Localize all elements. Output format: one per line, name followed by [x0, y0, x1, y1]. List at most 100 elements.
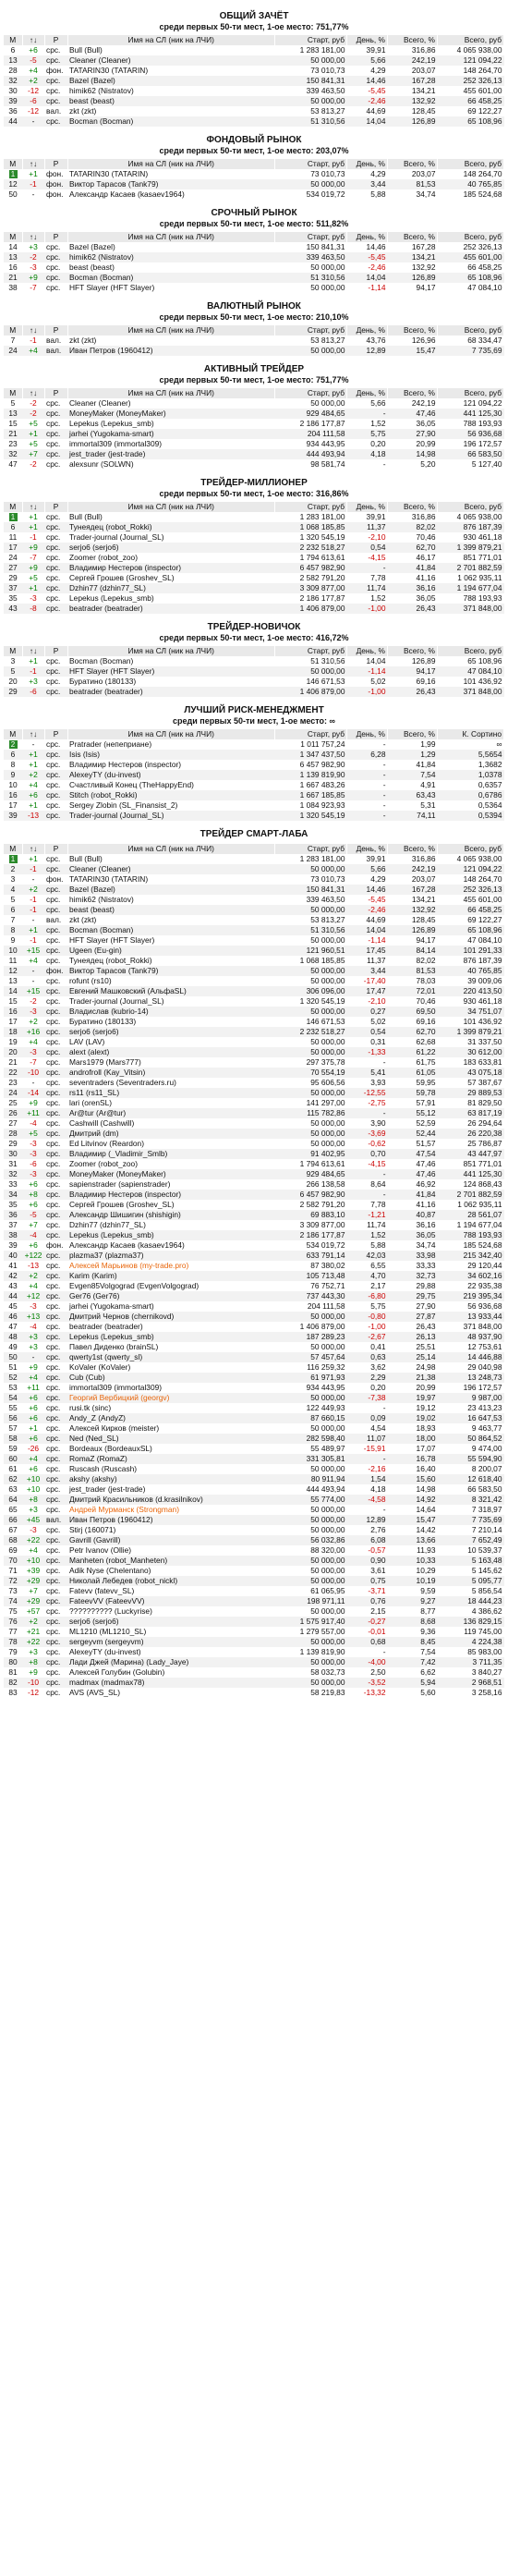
- participant-name-link[interactable]: TATARIN30 (TATARIN): [67, 169, 275, 179]
- column-header-total[interactable]: Всего, %: [387, 232, 438, 242]
- participant-name-link[interactable]: Александр Касаев (kasaev1964): [67, 1240, 275, 1251]
- participant-name-link[interactable]: Алексей Кирков (meister): [67, 1423, 275, 1434]
- column-header-p[interactable]: Р: [44, 325, 68, 336]
- participant-name-link[interactable]: Adik Nyse (Chelentano): [67, 1566, 275, 1576]
- participant-name-link[interactable]: Bull (Bull): [67, 45, 275, 55]
- column-header-m[interactable]: М: [4, 844, 23, 854]
- participant-name-link[interactable]: Владимир Нестеров (inspector): [67, 760, 275, 770]
- participant-name-link[interactable]: Trader-journal (Journal_SL): [67, 996, 275, 1007]
- column-header-totalr[interactable]: Всего, руб: [437, 35, 504, 45]
- column-header-m[interactable]: М: [4, 729, 23, 739]
- participant-name-link[interactable]: Bull (Bull): [67, 512, 275, 522]
- column-header-totalr[interactable]: Всего, руб: [437, 646, 504, 656]
- participant-name-link[interactable]: Виктор Тарасов (Tank79): [67, 179, 275, 189]
- participant-name-link[interactable]: Bordeaux (BordeauxSL): [67, 1444, 275, 1454]
- participant-name-link[interactable]: Lepekus (Lepekus_smb): [67, 593, 275, 604]
- participant-name-link[interactable]: Владимир (_Vladimir_Smlb): [67, 1149, 275, 1159]
- participant-name-link[interactable]: AVS (AVS_SL): [67, 1688, 275, 1698]
- column-header-totalr[interactable]: Всего, руб: [437, 388, 504, 398]
- participant-name-link[interactable]: Trader-journal (Journal_SL): [67, 811, 275, 821]
- participant-name-link[interactable]: Cub (Cub): [67, 1373, 275, 1383]
- column-header-totalr[interactable]: Всего, руб: [437, 232, 504, 242]
- column-header-start[interactable]: Старт, руб: [274, 646, 347, 656]
- participant-name-link[interactable]: androfroll (Kay_Vitsin): [67, 1068, 275, 1078]
- participant-name-link[interactable]: Zoomer (robot_zoo): [67, 553, 275, 563]
- column-header-m[interactable]: М: [4, 388, 23, 398]
- column-header-day[interactable]: День, %: [346, 232, 388, 242]
- participant-name-link[interactable]: KoValer (KoValer): [67, 1362, 275, 1373]
- participant-name-link[interactable]: Cleaner (Cleaner): [67, 55, 275, 66]
- participant-name-link[interactable]: himik62 (Nistratov): [67, 895, 275, 905]
- column-header-p[interactable]: Р: [44, 388, 68, 398]
- participant-name-link[interactable]: Bazel (Bazel): [67, 885, 275, 895]
- column-header-p[interactable]: Р: [44, 729, 68, 739]
- column-header-start[interactable]: Старт, руб: [274, 388, 347, 398]
- column-header-totalr[interactable]: Всего, руб: [437, 502, 504, 512]
- participant-name-link[interactable]: akshy (akshy): [67, 1474, 275, 1484]
- participant-name-link[interactable]: seventraders (Seventraders.ru): [67, 1078, 275, 1088]
- participant-name-link[interactable]: Bocman (Bocman): [67, 116, 275, 127]
- participant-name-link[interactable]: Виктор Тарасов (Tank79): [67, 966, 275, 976]
- column-header-start[interactable]: Старт, руб: [274, 35, 347, 45]
- participant-name-link[interactable]: Иван Петров (1960412): [67, 1515, 275, 1525]
- participant-name-link[interactable]: sergeyvm (sergeyvm): [67, 1637, 275, 1647]
- participant-name-link[interactable]: Cashwill (Cashwill): [67, 1118, 275, 1129]
- column-header-chg[interactable]: ↑↓: [22, 159, 45, 169]
- participant-name-link[interactable]: zkt (zkt): [67, 336, 275, 346]
- participant-name-link[interactable]: alext (alext): [67, 1047, 275, 1057]
- participant-name-link[interactable]: Алексей Марьинов (my-trade.pro): [67, 1261, 275, 1271]
- participant-name-link[interactable]: HFT Slayer (HFT Slayer): [67, 283, 275, 293]
- column-header-m[interactable]: М: [4, 232, 23, 242]
- column-header-p[interactable]: Р: [44, 232, 68, 242]
- participant-name-link[interactable]: jarhei (Yugokama-smart): [67, 1301, 275, 1312]
- participant-name-link[interactable]: Андрей Мурманск (Strongman): [67, 1505, 275, 1515]
- participant-name-link[interactable]: Isis (Isis): [67, 750, 275, 760]
- participant-name-link[interactable]: rofunt (rs10): [67, 976, 275, 986]
- column-header-p[interactable]: Р: [44, 844, 68, 854]
- participant-name-link[interactable]: Владислав (kubrio-14): [67, 1007, 275, 1017]
- participant-name-link[interactable]: Lepekus (Lepekus_smb): [67, 419, 275, 429]
- column-header-name[interactable]: Имя на СЛ (ник на ЛЧИ): [67, 844, 275, 854]
- column-header-m[interactable]: М: [4, 325, 23, 336]
- participant-name-link[interactable]: lari (orenSL): [67, 1098, 275, 1108]
- participant-name-link[interactable]: Bocman (Bocman): [67, 273, 275, 283]
- column-header-name[interactable]: Имя на СЛ (ник на ЛЧИ): [67, 502, 275, 512]
- column-header-chg[interactable]: ↑↓: [22, 388, 45, 398]
- column-header-day[interactable]: День, %: [346, 646, 388, 656]
- participant-name-link[interactable]: Сергей Грошев (Groshev_SL): [67, 573, 275, 583]
- participant-name-link[interactable]: Lepekus (Lepekus_smb): [67, 1230, 275, 1240]
- column-header-chg[interactable]: ↑↓: [22, 502, 45, 512]
- participant-name-link[interactable]: Владимир Нестеров (inspector): [67, 563, 275, 573]
- participant-name-link[interactable]: zkt (zkt): [67, 915, 275, 925]
- column-header-chg[interactable]: ↑↓: [22, 646, 45, 656]
- column-header-p[interactable]: Р: [44, 502, 68, 512]
- participant-name-link[interactable]: Тунеядец (robot_Rokki): [67, 522, 275, 532]
- column-header-name[interactable]: Имя на СЛ (ник на ЛЧИ): [67, 388, 275, 398]
- participant-name-link[interactable]: beast (beast): [67, 96, 275, 106]
- participant-name-link[interactable]: AlexeyTY (du-invest): [67, 1647, 275, 1657]
- participant-name-link[interactable]: Pratrader (непеприане): [67, 739, 275, 750]
- participant-name-link[interactable]: plazma37 (plazma37): [67, 1251, 275, 1261]
- participant-name-link[interactable]: Александр Шишигин (shishigin): [67, 1210, 275, 1220]
- participant-name-link[interactable]: Буратино (180133): [67, 677, 275, 687]
- participant-name-link[interactable]: Дмитрий Чернов (chernikovd): [67, 1312, 275, 1322]
- participant-name-link[interactable]: Dzhin77 (dzhin77_SL): [67, 583, 275, 593]
- column-header-name[interactable]: Имя на СЛ (ник на ЛЧИ): [67, 325, 275, 336]
- participant-name-link[interactable]: Счастливый Конец (TheHappyEnd): [67, 780, 275, 790]
- column-header-chg[interactable]: ↑↓: [22, 232, 45, 242]
- column-header-start[interactable]: Старт, руб: [274, 729, 347, 739]
- participant-name-link[interactable]: MoneyMaker (MoneyMaker): [67, 1169, 275, 1179]
- participant-name-link[interactable]: Ruscash (Ruscash): [67, 1464, 275, 1474]
- column-header-p[interactable]: Р: [44, 646, 68, 656]
- participant-name-link[interactable]: HFT Slayer (HFT Slayer): [67, 666, 275, 677]
- column-header-p[interactable]: Р: [44, 35, 68, 45]
- participant-name-link[interactable]: rs11 (rs11_SL): [67, 1088, 275, 1098]
- participant-name-link[interactable]: Ugeen (Eu-gin): [67, 946, 275, 956]
- column-header-start[interactable]: Старт, руб: [274, 159, 347, 169]
- participant-name-link[interactable]: Karim (Karim): [67, 1271, 275, 1281]
- participant-name-link[interactable]: Тунеядец (robot_Rokki): [67, 956, 275, 966]
- participant-name-link[interactable]: Stitch (robot_Rokki): [67, 790, 275, 800]
- column-header-total[interactable]: Всего, %: [387, 35, 438, 45]
- participant-name-link[interactable]: Cleaner (Cleaner): [67, 398, 275, 409]
- participant-name-link[interactable]: TATARIN30 (TATARIN): [67, 874, 275, 885]
